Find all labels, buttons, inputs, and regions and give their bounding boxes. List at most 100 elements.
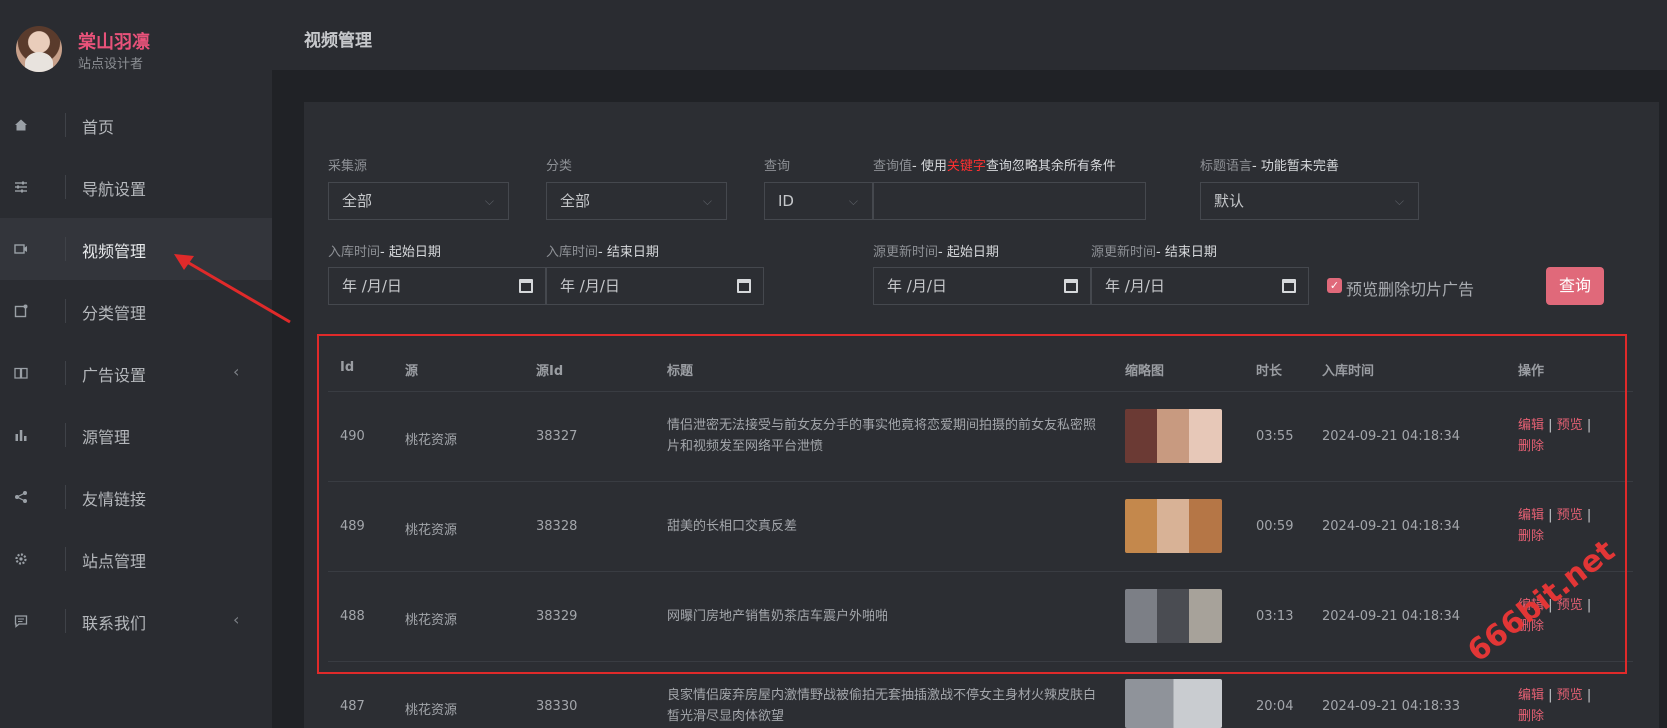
in-time-label-text: 入库时间	[546, 245, 599, 260]
sidebar-item-category-management[interactable]: 分类管理	[0, 280, 272, 342]
remove-slice-ads-checkbox[interactable]: ✓	[1327, 278, 1342, 293]
in-time-end-date-input[interactable]: 年 /月/日	[546, 267, 764, 305]
query-button[interactable]: 查询	[1546, 267, 1604, 305]
nav-separator	[65, 299, 66, 323]
row-thumbnail[interactable]	[1125, 589, 1222, 643]
sidebar-item-video-management[interactable]: 视频管理	[0, 218, 272, 280]
sliders-icon	[15, 181, 27, 193]
row-duration: 03:55	[1256, 429, 1294, 444]
row-id: 488	[340, 609, 365, 624]
sidebar-item-label: 联系我们	[82, 614, 147, 633]
row-divider	[328, 661, 1633, 662]
query-value-input[interactable]	[873, 182, 1146, 220]
category-select[interactable]: 全部 ⌵	[546, 182, 727, 220]
column-header-title: 标题	[667, 364, 694, 379]
row-title: 情侣泄密无法接受与前女友分手的事实他竟将恋爱期间拍摄的前女友私密照片和视频发至网…	[667, 418, 1097, 454]
gear-icon	[15, 553, 27, 565]
row-thumbnail[interactable]	[1125, 679, 1222, 728]
column-header-actions: 操作	[1518, 364, 1545, 379]
sidebar-item-friend-links[interactable]: 友情链接	[0, 466, 272, 528]
sidebar-item-home[interactable]: 首页	[0, 94, 272, 156]
edit-link[interactable]: 编辑	[1518, 688, 1544, 703]
row-id: 490	[340, 429, 365, 444]
action-separator: |	[1548, 418, 1553, 433]
nav-separator	[65, 609, 66, 633]
row-import-time: 2024-09-21 04:18:33	[1322, 699, 1461, 714]
column-header-id: Id	[340, 360, 355, 375]
chevron-down-icon: ⌵	[702, 194, 712, 208]
delete-link[interactable]: 删除	[1518, 529, 1544, 544]
end-date-note: - 结束日期	[1156, 245, 1217, 260]
delete-link[interactable]: 删除	[1518, 709, 1544, 724]
row-thumbnail[interactable]	[1125, 499, 1222, 553]
query-type-value: ID	[778, 192, 794, 210]
source-label: 采集源	[328, 159, 368, 174]
nav-separator	[65, 175, 66, 199]
chevron-down-icon: ⌵	[484, 194, 494, 208]
column-header-source: 源	[405, 364, 419, 379]
source-update-label-text: 源更新时间	[1091, 245, 1157, 260]
video-icon	[14, 244, 27, 254]
query-value-label-dash: - 使用	[912, 159, 947, 174]
profile-name: 棠山羽凛	[78, 32, 150, 53]
in-time-start-date-input[interactable]: 年 /月/日	[328, 267, 546, 305]
action-separator: |	[1548, 688, 1553, 703]
source-update-start-date-input[interactable]: 年 /月/日	[873, 267, 1091, 305]
sidebar-item-label: 广告设置	[82, 366, 147, 385]
row-import-time: 2024-09-21 04:18:34	[1322, 519, 1461, 534]
date-placeholder: 年 /月/日	[1105, 277, 1165, 295]
row-title: 甜美的长相口交真反差	[667, 519, 798, 534]
title-language-value: 默认	[1214, 192, 1245, 210]
row-divider	[328, 391, 1633, 392]
edit-link[interactable]: 编辑	[1518, 418, 1544, 433]
chevron-down-icon: ⌵	[848, 194, 858, 208]
query-label: 查询	[764, 159, 791, 174]
source-select[interactable]: 全部 ⌵	[328, 182, 509, 220]
sidebar-item-ad-settings[interactable]: 广告设置 ‹	[0, 342, 272, 404]
sidebar-item-label: 导航设置	[82, 180, 147, 199]
end-date-note: - 结束日期	[598, 245, 659, 260]
row-thumbnail[interactable]	[1125, 409, 1222, 463]
row-duration: 20:04	[1256, 699, 1294, 714]
date-placeholder: 年 /月/日	[887, 277, 947, 295]
calendar-icon[interactable]	[1064, 279, 1078, 293]
edit-link[interactable]: 编辑	[1518, 508, 1544, 523]
chevron-down-icon: ⌵	[1394, 194, 1404, 208]
in-time-start-label: 入库时间- 起始日期	[328, 241, 441, 260]
query-type-select[interactable]: ID ⌵	[764, 182, 873, 220]
start-date-note: - 起始日期	[938, 245, 999, 260]
preview-link[interactable]: 预览	[1557, 508, 1583, 523]
preview-link[interactable]: 预览	[1557, 688, 1583, 703]
sidebar-item-nav-settings[interactable]: 导航设置	[0, 156, 272, 218]
title-language-select[interactable]: 默认 ⌵	[1200, 182, 1419, 220]
sidebar-item-contact-us[interactable]: 联系我们 ‹	[0, 590, 272, 652]
row-import-time: 2024-09-21 04:18:34	[1322, 429, 1461, 444]
remove-slice-ads-label: 预览删除切片广告	[1346, 280, 1475, 299]
calendar-icon[interactable]	[519, 279, 533, 293]
row-divider	[328, 571, 1633, 572]
row-id: 489	[340, 519, 365, 534]
row-actions: 编辑 | 预览 | 删除	[1518, 415, 1608, 457]
calendar-icon[interactable]	[737, 279, 751, 293]
delete-link[interactable]: 删除	[1518, 439, 1544, 454]
source-update-end-date-input[interactable]: 年 /月/日	[1091, 267, 1309, 305]
row-duration: 03:13	[1256, 609, 1294, 624]
row-source-id: 38330	[536, 699, 578, 714]
sidebar-nav: 首页 导航设置 视频管理 分类管理 广告设置 ‹ 源管理 友情链接 站点管理 联…	[0, 94, 272, 652]
action-separator: |	[1548, 508, 1553, 523]
sidebar-item-label: 源管理	[82, 428, 131, 447]
query-value-label-keyword: 关键字	[946, 159, 986, 174]
column-header-import-time: 入库时间	[1322, 364, 1375, 379]
sidebar-item-label: 站点管理	[82, 552, 147, 571]
sidebar-item-site-management[interactable]: 站点管理	[0, 528, 272, 590]
sidebar-item-label: 首页	[82, 118, 115, 137]
preview-link[interactable]: 预览	[1557, 418, 1583, 433]
row-source-id: 38328	[536, 519, 578, 534]
row-id: 487	[340, 699, 365, 714]
calendar-icon[interactable]	[1282, 279, 1296, 293]
sidebar-item-source-management[interactable]: 源管理	[0, 404, 272, 466]
row-duration: 00:59	[1256, 519, 1294, 534]
nav-separator	[65, 547, 66, 571]
chevron-left-icon: ‹	[233, 610, 240, 629]
action-separator: |	[1586, 598, 1592, 613]
